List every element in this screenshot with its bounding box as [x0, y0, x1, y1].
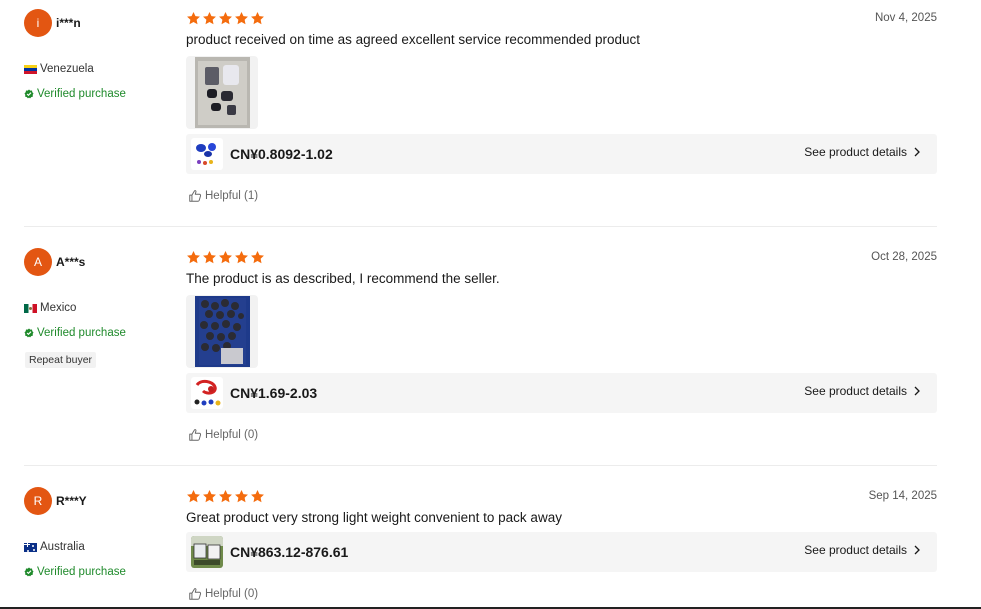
- repeat-buyer-badge: Repeat buyer: [25, 352, 97, 368]
- star-icon: [251, 250, 264, 264]
- product-price: CN¥863.12-876.61: [230, 544, 349, 560]
- product-thumbnail: [191, 377, 223, 409]
- product-image: [191, 377, 223, 409]
- chevron-right-icon: [914, 147, 920, 157]
- product-card[interactable]: CN¥0.8092-1.02 See product details: [186, 134, 937, 174]
- star-icon: [203, 250, 216, 264]
- review-date: Sep 14, 2025: [868, 490, 937, 502]
- review-text: Great product very strong light weight c…: [186, 510, 562, 525]
- product-image: [191, 536, 223, 568]
- see-details-label: See product details: [804, 145, 907, 159]
- photo-image: [194, 57, 250, 128]
- verified-check-icon: [24, 89, 34, 99]
- helpful-button[interactable]: Helpful (0): [188, 428, 258, 442]
- mexico-flag-icon: [24, 303, 37, 313]
- star-icon: [187, 489, 200, 503]
- star-icon: [235, 11, 248, 25]
- star-icon: [187, 250, 200, 264]
- star-icon: [219, 489, 232, 503]
- star-icon: [251, 489, 264, 503]
- review-item: i i***n Venezuela Verified purchase Nov …: [24, 9, 937, 227]
- helpful-label: Helpful (0): [205, 588, 259, 600]
- see-product-details-link[interactable]: See product details: [804, 145, 921, 159]
- country-label: Australia: [40, 541, 85, 553]
- star-icon: [235, 250, 248, 264]
- product-thumbnail: [191, 138, 223, 170]
- star-rating: [186, 11, 265, 26]
- review-photo[interactable]: [186, 295, 258, 368]
- country-label: Mexico: [40, 302, 77, 314]
- star-rating: [186, 489, 265, 504]
- thumbs-up-icon: [189, 588, 202, 600]
- star-rating: [186, 250, 265, 265]
- reviewer-name: i***n: [56, 16, 81, 30]
- review-text: product received on time as agreed excel…: [186, 32, 640, 47]
- see-product-details-link[interactable]: See product details: [804, 384, 921, 398]
- reviewer-name: R***Y: [56, 494, 87, 508]
- review-item: A A***s Mexico Verified purchase Repeat …: [24, 248, 937, 466]
- reviewer-country: Australia: [24, 541, 85, 553]
- star-icon: [187, 11, 200, 25]
- chevron-right-icon: [914, 386, 920, 396]
- see-details-label: See product details: [804, 384, 907, 398]
- helpful-button[interactable]: Helpful (1): [188, 189, 258, 203]
- star-icon: [235, 489, 248, 503]
- reviewer-country: Venezuela: [24, 63, 94, 75]
- see-product-details-link[interactable]: See product details: [804, 543, 921, 557]
- verified-purchase-badge: Verified purchase: [24, 566, 126, 578]
- review-date: Nov 4, 2025: [874, 12, 937, 24]
- product-card[interactable]: CN¥863.12-876.61 See product details: [186, 532, 937, 572]
- country-label: Venezuela: [40, 63, 94, 75]
- chevron-right-icon: [914, 545, 920, 555]
- product-price: CN¥0.8092-1.02: [230, 146, 333, 162]
- product-price: CN¥1.69-2.03: [230, 385, 318, 401]
- avatar: A: [24, 248, 52, 276]
- australia-flag-icon: [24, 542, 37, 552]
- verified-purchase-badge: Verified purchase: [24, 88, 126, 100]
- product-card[interactable]: CN¥1.69-2.03 See product details: [186, 373, 937, 413]
- review-date: Oct 28, 2025: [871, 251, 937, 263]
- photo-image: [194, 296, 250, 367]
- star-icon: [219, 11, 232, 25]
- thumbs-up-icon: [189, 190, 202, 202]
- reviewer-name: A***s: [56, 255, 86, 269]
- product-image: [191, 138, 223, 170]
- verified-label: Verified purchase: [37, 88, 126, 100]
- star-icon: [219, 250, 232, 264]
- star-icon: [203, 11, 216, 25]
- verified-label: Verified purchase: [37, 327, 126, 339]
- verified-purchase-badge: Verified purchase: [24, 327, 126, 339]
- see-details-label: See product details: [804, 543, 907, 557]
- review-item: R R***Y Australia Verified purchase Sep …: [24, 487, 937, 609]
- verified-check-icon: [24, 328, 34, 338]
- verified-check-icon: [24, 567, 34, 577]
- verified-label: Verified purchase: [37, 566, 126, 578]
- avatar: i: [24, 9, 52, 37]
- product-thumbnail: [191, 536, 223, 568]
- reviewer-country: Mexico: [24, 302, 76, 314]
- review-photo[interactable]: [186, 56, 258, 129]
- thumbs-up-icon: [189, 429, 202, 441]
- star-icon: [251, 11, 264, 25]
- avatar: R: [24, 487, 52, 515]
- reviews-page: i i***n Venezuela Verified purchase Nov …: [0, 0, 981, 609]
- review-text: The product is as described, I recommend…: [186, 271, 500, 286]
- venezuela-flag-icon: [24, 64, 37, 74]
- star-icon: [203, 489, 216, 503]
- helpful-label: Helpful (0): [205, 429, 259, 441]
- helpful-button[interactable]: Helpful (0): [188, 587, 258, 601]
- helpful-label: Helpful (1): [205, 190, 259, 202]
